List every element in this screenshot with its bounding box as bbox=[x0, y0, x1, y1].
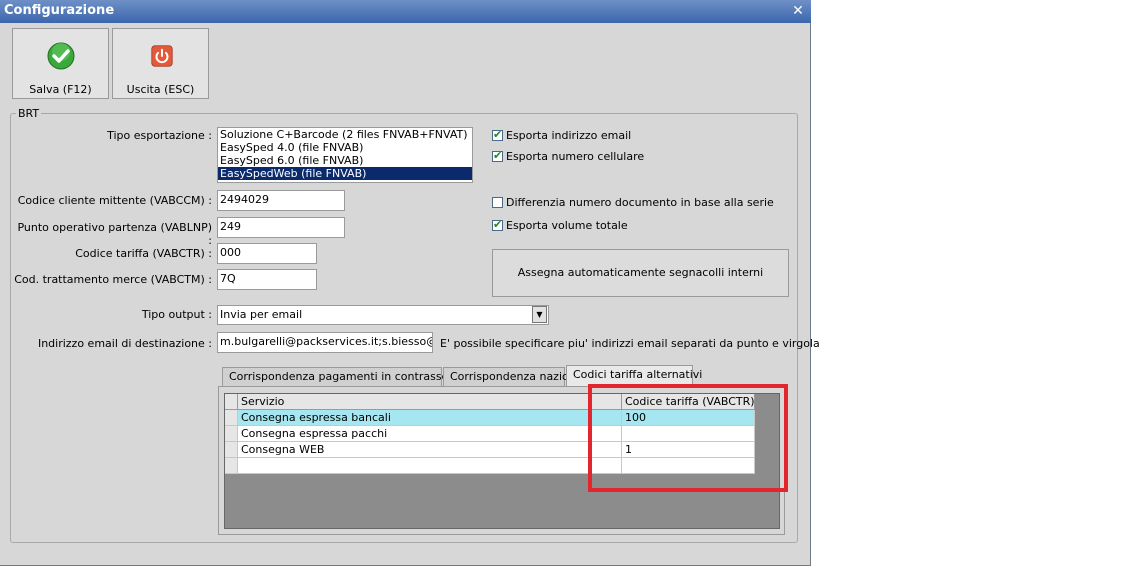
tipo-esportazione-listbox[interactable]: Soluzione C+Barcode (2 files FNVAB+FNVAT… bbox=[217, 127, 473, 183]
tipo-output-label: Tipo output : bbox=[141, 308, 212, 321]
cod-trattamento-label: Cod. trattamento merce (VABCTM) : bbox=[14, 273, 212, 286]
cell-servizio[interactable]: Consegna espressa pacchi bbox=[238, 426, 622, 442]
tab-codici-tariffa[interactable]: Codici tariffa alternativi bbox=[566, 365, 702, 386]
codice-tariffa-input[interactable]: 000 bbox=[217, 243, 317, 264]
list-item[interactable]: EasySped 6.0 (file FNVAB) bbox=[218, 154, 472, 167]
row-header bbox=[225, 426, 238, 442]
cell-servizio[interactable] bbox=[238, 458, 622, 474]
save-label: Salva (F12) bbox=[29, 83, 92, 96]
title-bar bbox=[0, 0, 811, 23]
cell-servizio[interactable]: Consegna WEB bbox=[238, 442, 622, 458]
cod-trattamento-input[interactable]: 7Q bbox=[217, 269, 317, 290]
differenzia-numero-checkbox[interactable] bbox=[492, 197, 503, 208]
exit-label: Uscita (ESC) bbox=[126, 83, 195, 96]
chevron-down-icon[interactable]: ▼ bbox=[532, 306, 547, 323]
codice-cliente-input[interactable]: 2494029 bbox=[217, 190, 345, 211]
list-item-selected[interactable]: EasySpedWeb (file FNVAB) bbox=[218, 167, 472, 180]
list-item[interactable]: EasySped 4.0 (file FNVAB) bbox=[218, 141, 472, 154]
esporta-email-checkbox[interactable] bbox=[492, 128, 503, 141]
tab-nazioni[interactable]: Corrispondenza nazioni bbox=[443, 367, 579, 386]
exit-button[interactable]: Uscita (ESC) bbox=[112, 28, 209, 99]
green-check-icon bbox=[47, 42, 75, 70]
email-dest-input[interactable]: m.bulgarelli@packservices.it;s.biesso@pa… bbox=[217, 332, 433, 353]
punto-operativo-input[interactable]: 249 bbox=[217, 217, 345, 238]
row-header bbox=[225, 410, 238, 426]
row-header bbox=[225, 458, 238, 474]
close-icon[interactable]: ✕ bbox=[789, 2, 807, 20]
list-item[interactable]: Soluzione C+Barcode (2 files FNVAB+FNVAT… bbox=[218, 128, 472, 141]
save-button[interactable]: Salva (F12) bbox=[12, 28, 109, 99]
esporta-volume-checkbox[interactable] bbox=[492, 218, 503, 231]
tipo-esportazione-label: Tipo esportazione : bbox=[107, 129, 212, 142]
power-icon bbox=[151, 45, 173, 67]
differenzia-numero-label: Differenzia numero documento in base all… bbox=[506, 196, 774, 209]
column-header-servizio[interactable]: Servizio bbox=[238, 394, 622, 410]
red-highlight-box bbox=[588, 384, 788, 492]
codice-cliente-label: Codice cliente mittente (VABCCM) : bbox=[17, 194, 212, 207]
row-header bbox=[225, 394, 238, 410]
esporta-cellulare-label: Esporta numero cellulare bbox=[506, 150, 645, 163]
punto-operativo-label: Punto operativo partenza (VABLNP) : bbox=[17, 221, 212, 247]
esporta-volume-label: Esporta volume totale bbox=[506, 219, 628, 232]
assign-segnacolli-button[interactable]: Assegna automaticamente segnacolli inter… bbox=[492, 249, 789, 297]
esporta-cellulare-checkbox[interactable] bbox=[492, 149, 503, 162]
tipo-output-select[interactable]: Invia per email bbox=[217, 305, 549, 325]
esporta-email-label: Esporta indirizzo email bbox=[506, 129, 632, 142]
codice-tariffa-label: Codice tariffa (VABCTR) : bbox=[75, 247, 212, 260]
email-hint: E' possibile specificare piu' indirizzi … bbox=[440, 337, 820, 350]
tab-pagamenti[interactable]: Corrispondenza pagamenti in contrassegno bbox=[222, 367, 469, 386]
cell-servizio[interactable]: Consegna espressa bancali bbox=[238, 410, 622, 426]
window-title: Configurazione bbox=[4, 3, 115, 18]
row-header bbox=[225, 442, 238, 458]
email-dest-label: Indirizzo email di destinazione : bbox=[37, 337, 212, 350]
groupbox-title: BRT bbox=[16, 107, 42, 120]
